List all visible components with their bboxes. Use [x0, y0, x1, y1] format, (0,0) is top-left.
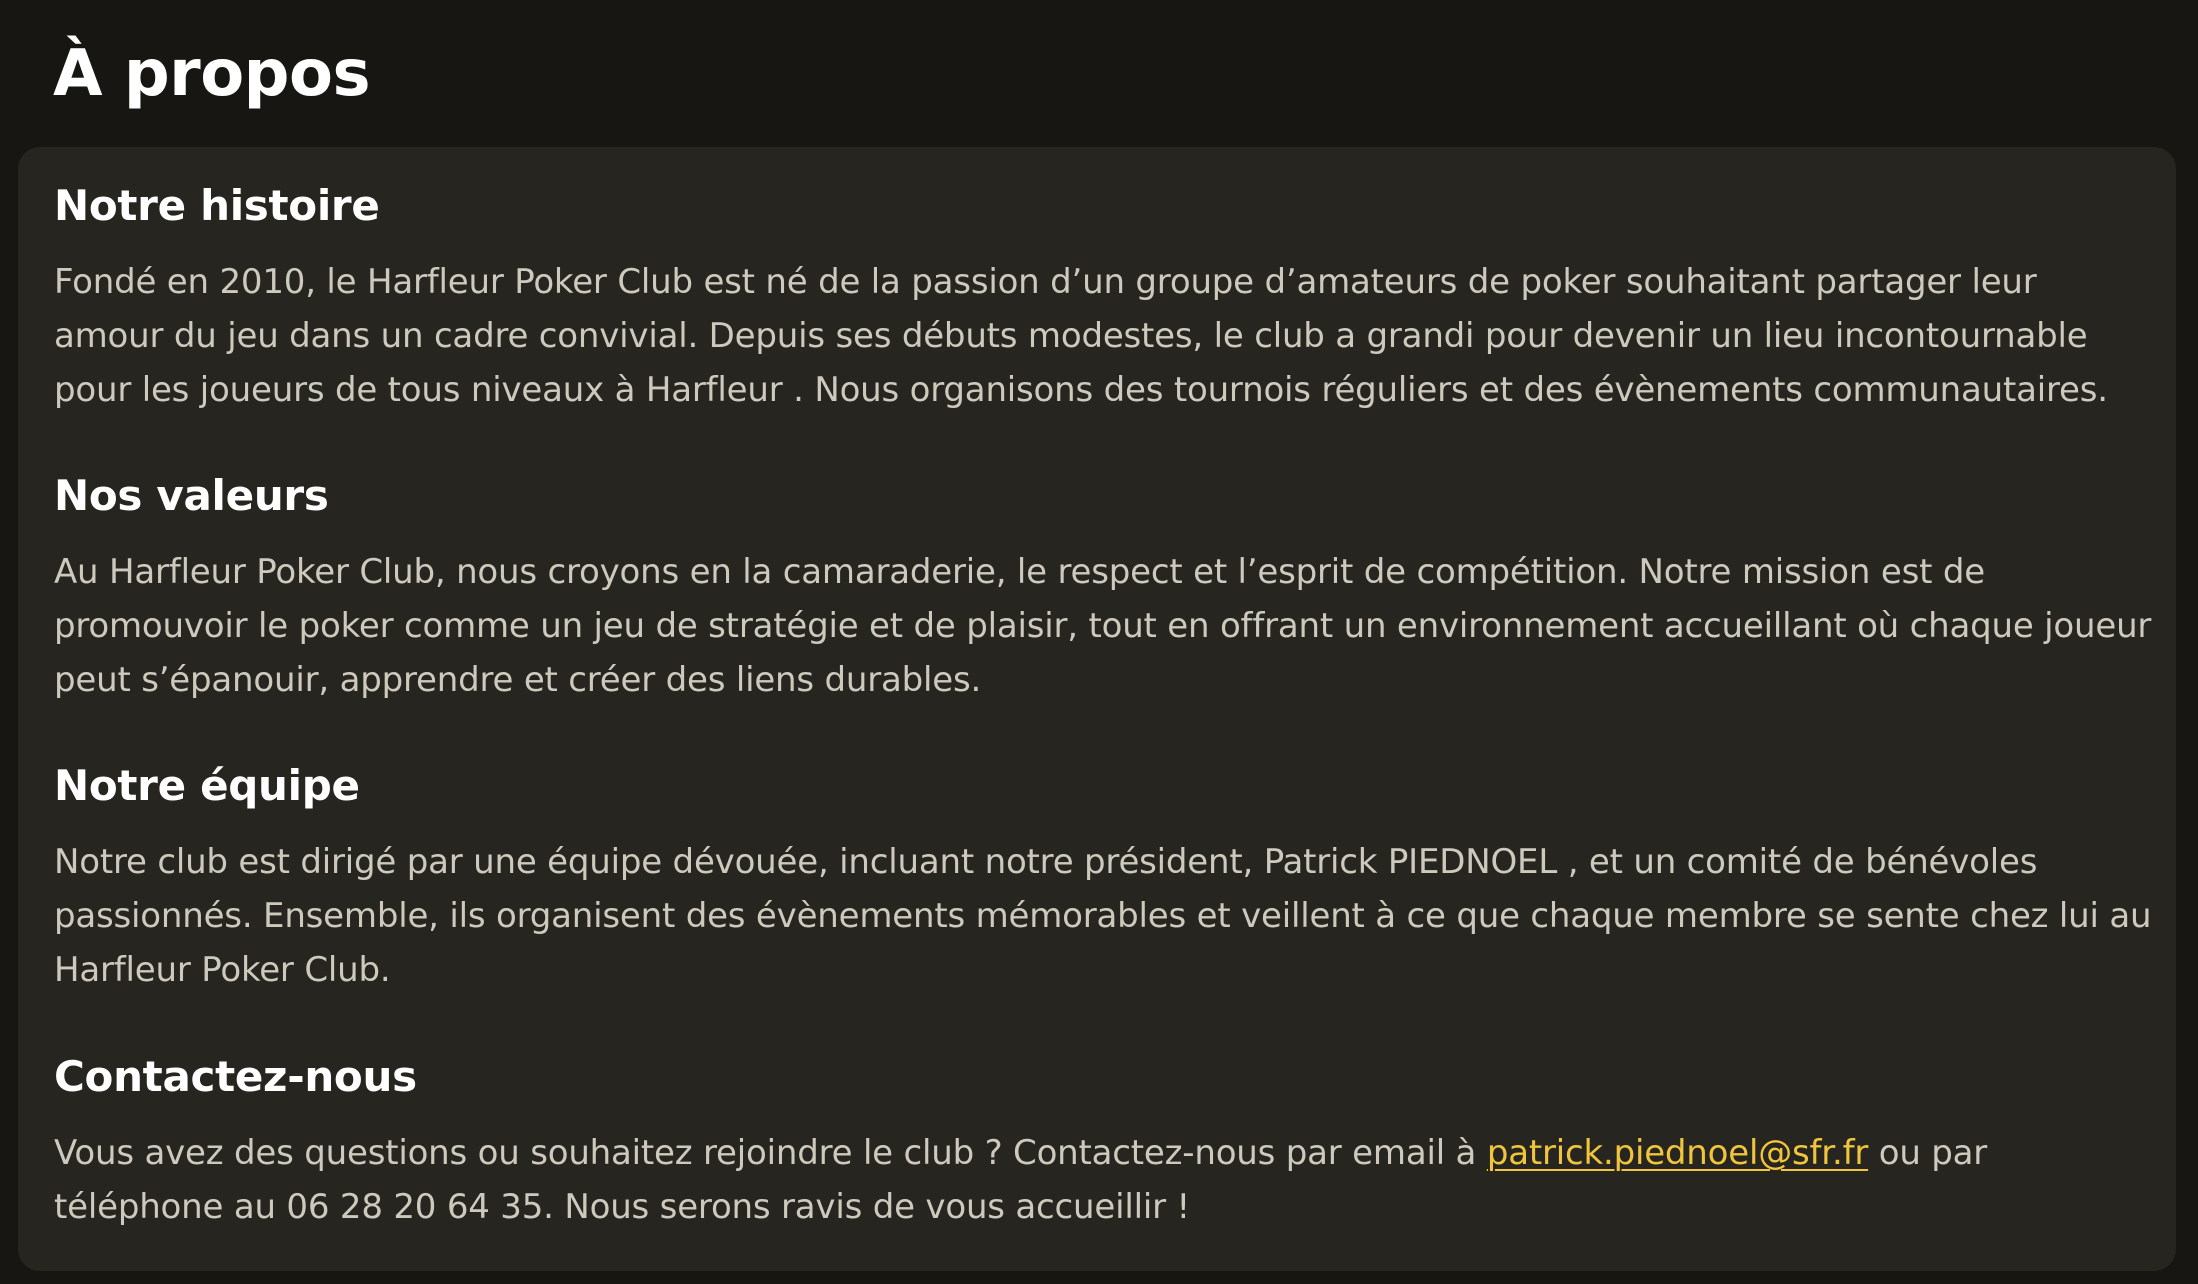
contact-section: Contactez-nous Vous avez des questions o… [54, 1050, 2154, 1234]
team-text: Notre club est dirigé par une équipe dév… [54, 842, 2152, 990]
team-heading: Notre équipe [54, 761, 360, 810]
page-title: À propos [53, 37, 371, 111]
history-text: Fondé en 2010, le Harfleur Poker Club es… [54, 262, 2108, 410]
contact-email-link[interactable]: patrick.piednoel@sfr.fr [1487, 1133, 1869, 1173]
values-text: Au Harfleur Poker Club, nous croyons en … [54, 552, 2152, 700]
contact-text-before: Vous avez des questions ou souhaitez rej… [54, 1133, 1487, 1173]
values-heading: Nos valeurs [54, 471, 329, 520]
about-card: Notre histoire Fondé en 2010, le Harfleu… [18, 147, 2176, 1271]
history-section: Notre histoire Fondé en 2010, le Harfleu… [54, 179, 2154, 417]
history-heading: Notre histoire [54, 181, 380, 230]
values-section: Nos valeurs Au Harfleur Poker Club, nous… [54, 469, 2154, 707]
contact-text: Vous avez des questions ou souhaitez rej… [54, 1126, 2154, 1234]
contact-heading: Contactez-nous [54, 1052, 417, 1101]
team-section: Notre équipe Notre club est dirigé par u… [54, 759, 2154, 997]
